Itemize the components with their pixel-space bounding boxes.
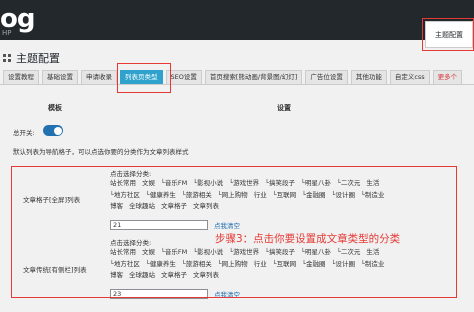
category-option[interactable]: └地方社区 — [110, 260, 140, 268]
category-option[interactable]: 文章格子 — [161, 271, 187, 279]
list-description: 默认列表为导航格子，可以点选你要的分类作为文章列表样式 — [13, 148, 189, 156]
tab-more[interactable]: 更多个 — [432, 70, 463, 84]
grid-icon — [3, 53, 12, 63]
category-option[interactable]: └网上购物 — [218, 191, 248, 199]
category-option[interactable]: 博客 — [110, 271, 123, 279]
category-option[interactable]: 生活 — [366, 179, 379, 187]
pick-category-title: 点击选择分类: — [110, 170, 152, 178]
category-option[interactable]: 文章列表 — [193, 271, 219, 279]
category-option[interactable]: └游戏世界 — [229, 179, 259, 187]
step-annotation: 步骤3：点击你要设置成文章类型的分类 — [215, 233, 401, 245]
category-option[interactable]: └音乐FM — [161, 179, 187, 187]
master-switch-toggle[interactable] — [43, 125, 63, 136]
category-option[interactable]: 行业 — [254, 191, 267, 199]
top-admin-bar: og HP — [0, 0, 474, 40]
category-option[interactable]: └设计圈 — [332, 260, 355, 268]
category-option[interactable]: └影视小说 — [193, 179, 223, 187]
page-title: 主题配置 — [16, 52, 60, 65]
category-option[interactable]: └制造业 — [361, 260, 384, 268]
clear-link[interactable]: 点我清空 — [214, 289, 240, 299]
category-option[interactable]: 全球趣站 — [129, 202, 155, 210]
row-label-grid-list: 文章格子[全屏]列表 — [23, 196, 81, 204]
category-picker: 点击选择分类: 站长常用 文娱 └音乐FM └影视小说 └游戏世界 └搞笑段子 └明星八卦 └… — [110, 168, 445, 234]
category-option[interactable]: └搞笑段子 — [265, 248, 295, 256]
category-option[interactable]: 生活 — [366, 248, 379, 256]
category-option[interactable]: └设计圈 — [332, 191, 355, 199]
table-header: 模板 设置 — [0, 100, 474, 114]
site-logo-subtext: HP — [2, 29, 12, 37]
category-list: 站长常用 文娱 └音乐FM └影视小说 └游戏世界 └搞笑段子 └明星八卦 └二次元 生活 └地… — [110, 247, 445, 282]
row-label-traditional-list: 文章传统[有侧栏]列表 — [23, 266, 87, 274]
category-picker: 点击选择分类: 站长常用 文娱 └音乐FM └影视小说 └游戏世界 └搞笑段子 └明星八卦 └… — [110, 237, 445, 303]
category-option[interactable]: 文娱 — [142, 179, 155, 187]
page-title-area: 主题配置 — [3, 50, 60, 66]
tab-ads[interactable]: 广告位设置 — [305, 70, 348, 84]
category-option[interactable]: 站长常用 — [110, 179, 136, 187]
category-option[interactable]: 全球趣站 — [129, 271, 155, 279]
tab-home-search[interactable]: 首页搜索[熊动画/背景图/幻灯] — [204, 70, 303, 84]
category-option[interactable]: └互联网 — [273, 191, 296, 199]
category-option[interactable]: └游戏世界 — [229, 248, 259, 256]
category-option[interactable]: └二次元 — [337, 248, 360, 256]
tab-custom-css[interactable]: 自定义css — [389, 70, 430, 84]
category-option[interactable]: └明星八卦 — [301, 248, 331, 256]
category-option[interactable]: └地方社区 — [110, 191, 140, 199]
category-ids-input[interactable]: 21 — [110, 220, 208, 230]
main-config-button[interactable]: 主题配置 — [425, 21, 473, 48]
column-setting: 设置 — [277, 104, 291, 112]
column-module: 模板 — [48, 104, 62, 112]
category-option[interactable]: └金融圈 — [302, 191, 325, 199]
category-option[interactable]: └健康养生 — [146, 260, 176, 268]
category-option[interactable]: └金融圈 — [302, 260, 325, 268]
tab-indexing[interactable]: 申请收录 — [81, 70, 117, 84]
tab-tutorial[interactable]: 设置教程 — [3, 70, 39, 84]
category-option[interactable]: 行业 — [254, 260, 267, 268]
category-option[interactable]: └明星八卦 — [301, 179, 331, 187]
category-option[interactable]: 文章格子 — [161, 202, 187, 210]
category-option[interactable]: └网上购物 — [218, 260, 248, 268]
clear-link[interactable]: 点我清空 — [214, 220, 240, 230]
tab-other[interactable]: 其他功能 — [350, 70, 387, 84]
category-option[interactable]: └制造业 — [361, 191, 384, 199]
category-option[interactable]: └影视小说 — [193, 248, 223, 256]
category-option[interactable]: └旅游相关 — [182, 260, 212, 268]
toggle-knob — [53, 126, 62, 135]
category-option[interactable]: └互联网 — [273, 260, 296, 268]
category-option[interactable]: └健康养生 — [146, 191, 176, 199]
category-option[interactable]: └搞笑段子 — [265, 179, 295, 187]
tab-list-type[interactable]: 列表页类型 — [120, 70, 163, 84]
tab-basic-settings[interactable]: 基础设置 — [42, 70, 78, 84]
settings-tabs: 设置教程 基础设置 申请收录 列表页类型 SEO设置 首页搜索[熊动画/背景图/… — [0, 70, 474, 85]
category-option[interactable]: └二次元 — [337, 179, 360, 187]
category-ids-input[interactable]: 23 — [110, 289, 208, 299]
category-option[interactable]: 博客 — [110, 202, 123, 210]
category-option[interactable]: └音乐FM — [161, 248, 187, 256]
master-switch-label: 总开关: — [13, 129, 35, 137]
category-option[interactable]: └旅游相关 — [182, 191, 212, 199]
category-option[interactable]: 文章列表 — [193, 202, 219, 210]
category-option[interactable]: 文娱 — [142, 248, 155, 256]
category-option[interactable]: 站长常用 — [110, 248, 136, 256]
category-list: 站长常用 文娱 └音乐FM └影视小说 └游戏世界 └搞笑段子 └明星八卦 └二次元 生活 └地… — [110, 178, 445, 213]
tab-seo[interactable]: SEO设置 — [165, 70, 202, 84]
